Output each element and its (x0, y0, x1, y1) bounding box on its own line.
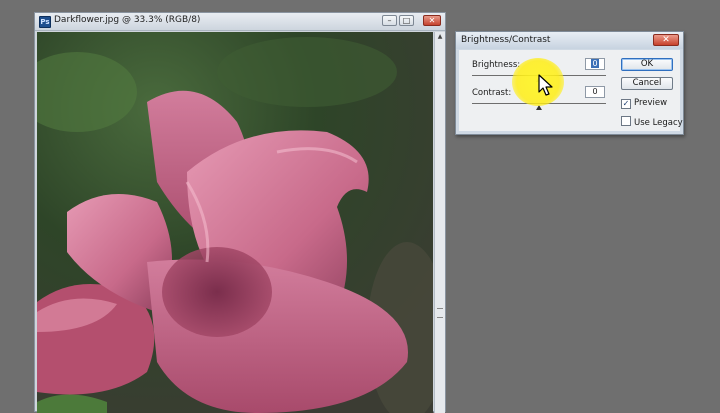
brightness-input[interactable]: 0 (585, 58, 605, 70)
use-legacy-checkbox[interactable]: Use Legacy (621, 116, 683, 128)
brightness-contrast-dialog[interactable]: Brightness/Contrast ✕ Brightness: 0 Cont… (455, 31, 684, 135)
close-icon[interactable]: ✕ (653, 34, 679, 46)
dialog-title: Brightness/Contrast (461, 35, 551, 45)
document-title: Darkflower.jpg @ 33.3% (RGB/8) (54, 15, 201, 25)
close-icon[interactable]: ✕ (423, 15, 441, 26)
maximize-icon[interactable]: □ (399, 15, 414, 26)
checkbox-empty-icon[interactable] (621, 116, 631, 126)
preview-checkbox[interactable]: ✓ Preview (621, 98, 667, 109)
workspace-top-strip (0, 0, 720, 10)
contrast-label: Contrast: (472, 88, 512, 98)
preview-label: Preview (634, 98, 668, 108)
scroll-up-icon[interactable]: ▲ (435, 32, 445, 42)
ps-icon: Ps (39, 16, 51, 28)
vertical-scrollbar[interactable]: ▲ (434, 32, 445, 413)
brightness-label: Brightness: (472, 60, 521, 70)
cancel-button[interactable]: Cancel (621, 77, 673, 90)
checkmark-icon[interactable]: ✓ (621, 99, 631, 109)
document-titlebar[interactable]: Ps Darkflower.jpg @ 33.3% (RGB/8) – □ ✕ (35, 13, 445, 31)
dialog-body: Brightness: 0 Contrast: 0 OK Cancel ✓ Pre… (459, 50, 683, 131)
ok-button[interactable]: OK (621, 58, 673, 71)
scroll-grip[interactable] (437, 308, 443, 318)
minimize-icon[interactable]: – (382, 15, 397, 26)
mouse-pointer-icon (538, 74, 553, 96)
use-legacy-label: Use Legacy (634, 118, 683, 128)
document-window[interactable]: Ps Darkflower.jpg @ 33.3% (RGB/8) – □ ✕ (34, 12, 446, 413)
flower-photo (37, 32, 433, 413)
dialog-titlebar[interactable]: Brightness/Contrast ✕ (456, 32, 683, 49)
image-canvas[interactable] (37, 32, 433, 413)
contrast-input[interactable]: 0 (585, 86, 605, 98)
